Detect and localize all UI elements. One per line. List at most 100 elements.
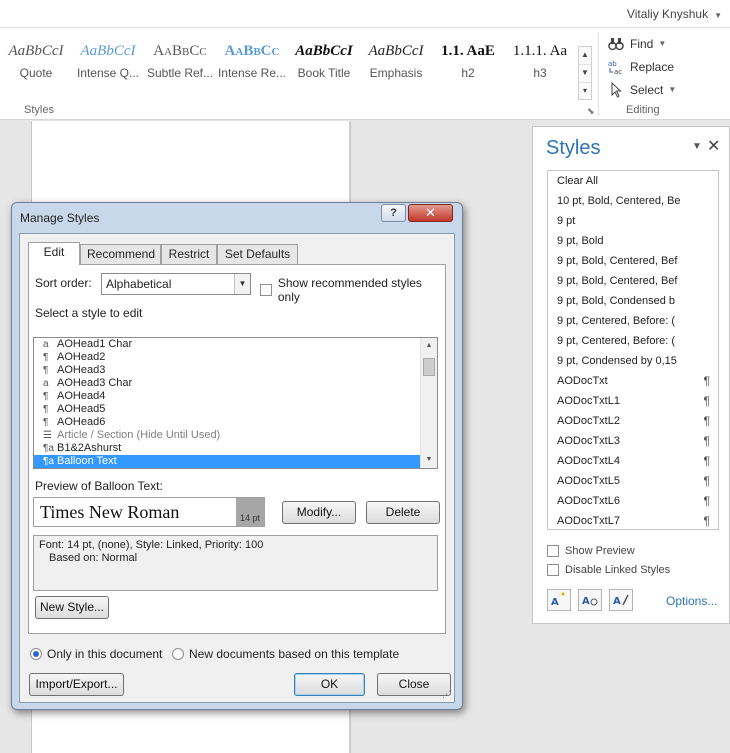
resize-grip-icon[interactable]: ⋰	[442, 689, 451, 700]
styles-list-item[interactable]: AODocTxtL3 ¶	[548, 431, 718, 451]
style-list-item[interactable]: ¶a B1&2Ashurst	[34, 442, 437, 455]
close-icon[interactable]: ✕	[707, 136, 720, 156]
style-name: 10 pt, Bold, Centered, Be	[557, 195, 681, 207]
style-list-item[interactable]: ¶ AOHead4	[34, 390, 437, 403]
style-list-item[interactable]: a AOHead1 Char	[34, 338, 437, 351]
style-gallery-item[interactable]: AaBbCc Intense Re...	[216, 36, 288, 96]
only-this-document-radio[interactable]: Only in this document	[30, 647, 162, 661]
style-gallery-item[interactable]: AaBbCc Subtle Ref...	[144, 36, 216, 96]
checkbox-box[interactable]	[547, 545, 559, 557]
style-inspector-icon[interactable]: A	[578, 589, 602, 611]
new-style-button[interactable]: New Style...	[35, 596, 109, 619]
chevron-down-icon: ▼	[668, 85, 677, 94]
style-label: Intense Q...	[76, 66, 140, 80]
styles-list-item[interactable]: 9 pt, Centered, Before: (	[548, 311, 718, 331]
styles-list-item[interactable]: 9 pt, Bold, Centered, Bef	[548, 271, 718, 291]
styles-list-item[interactable]: 9 pt, Bold, Condensed b	[548, 291, 718, 311]
svg-text:A: A	[551, 597, 559, 608]
style-preview-box: Times New Roman 14 pt	[33, 497, 265, 527]
dialog-close-button[interactable]: ✕	[408, 204, 453, 222]
style-gallery-item[interactable]: AaBbCcI Intense Q...	[72, 36, 144, 96]
options-link[interactable]: Options...	[666, 594, 717, 608]
style-list-item[interactable]: a AOHead3 Char	[34, 377, 437, 390]
styles-list-item[interactable]: AODocTxtL6 ¶	[548, 491, 718, 511]
gallery-down-icon[interactable]: ▼	[579, 65, 591, 83]
style-listbox[interactable]: a AOHead1 Char ¶ AOHead2 ¶ AOHead3 a AOHead3 Ch…	[33, 337, 438, 469]
new-documents-radio[interactable]: New documents based on this template	[172, 647, 399, 661]
style-name: AODocTxtL6	[557, 495, 620, 507]
close-button[interactable]: Close	[377, 673, 451, 696]
styles-list-item[interactable]: AODocTxtL1 ¶	[548, 391, 718, 411]
styles-list-item[interactable]: Clear All	[548, 171, 718, 191]
modify-button[interactable]: Modify...	[282, 501, 356, 524]
tab-restrict[interactable]: Restrict	[161, 244, 217, 264]
style-list-item[interactable]: ¶ AOHead6	[34, 416, 437, 429]
radio-selected[interactable]	[30, 648, 42, 660]
styles-list-item[interactable]: 9 pt, Bold	[548, 231, 718, 251]
disable-linked-styles-checkbox[interactable]: Disable Linked Styles	[547, 564, 670, 576]
styles-list-item[interactable]: 9 pt, Bold, Centered, Bef	[548, 251, 718, 271]
styles-list-item[interactable]: 9 pt	[548, 211, 718, 231]
tab-recommend[interactable]: Recommend	[80, 244, 161, 264]
gallery-up-icon[interactable]: ▲	[579, 47, 591, 65]
tab-edit[interactable]: Edit	[28, 242, 80, 265]
help-button[interactable]: ?	[381, 204, 406, 222]
style-name: AOHead5	[57, 403, 106, 415]
checkbox-box[interactable]	[260, 284, 272, 296]
style-gallery-item[interactable]: AaBbCcI Emphasis	[360, 36, 432, 96]
styles-pane-title: Styles	[546, 137, 601, 159]
style-gallery-item[interactable]: AaBbCcI Book Title	[288, 36, 360, 96]
list-scrollbar[interactable]: ▲ ▼	[420, 338, 437, 468]
pane-options-icon[interactable]: ▼	[692, 141, 702, 152]
styles-list[interactable]: Clear All 10 pt, Bold, Centered, Be 9 pt 9 …	[547, 170, 719, 530]
style-list-item[interactable]: ¶ AOHead5	[34, 403, 437, 416]
styles-list-item[interactable]: AODocTxtL5 ¶	[548, 471, 718, 491]
styles-list-item[interactable]: 9 pt, Centered, Before: (	[548, 331, 718, 351]
gallery-scroll[interactable]: ▲ ▼ ▾	[578, 46, 592, 100]
checkbox-box[interactable]	[547, 564, 559, 576]
manage-styles-icon[interactable]: A	[609, 589, 633, 611]
scroll-down-icon[interactable]: ▼	[421, 452, 437, 468]
scroll-up-icon[interactable]: ▲	[421, 338, 437, 354]
style-gallery-item[interactable]: 1.1. AaE h2	[432, 36, 504, 96]
show-recommended-checkbox[interactable]: Show recommended styles only	[260, 276, 445, 304]
new-style-icon[interactable]: A	[547, 589, 571, 611]
style-list-item[interactable]: ¶ AOHead3	[34, 364, 437, 377]
styles-group-label: Styles	[24, 104, 54, 116]
style-name: 9 pt, Condensed by 0,15	[557, 355, 677, 367]
delete-button[interactable]: Delete	[366, 501, 440, 524]
style-gallery-item[interactable]: AaBbCcI Quote	[0, 36, 72, 96]
radio-unselected[interactable]	[172, 648, 184, 660]
styles-list-item[interactable]: 9 pt, Condensed by 0,15	[548, 351, 718, 371]
styles-list-item[interactable]: AODocTxtL4 ¶	[548, 451, 718, 471]
styles-list-item[interactable]: 10 pt, Bold, Centered, Be	[548, 191, 718, 211]
show-preview-checkbox[interactable]: Show Preview	[547, 545, 635, 557]
replace-label: Replace	[630, 59, 675, 74]
ribbon: AaBbCcI Quote AaBbCcI Intense Q... AaBbCc Sub…	[0, 28, 730, 120]
style-name: AOHead4	[57, 390, 106, 402]
style-name: 9 pt, Bold, Centered, Bef	[557, 275, 678, 287]
import-export-button[interactable]: Import/Export...	[29, 673, 124, 696]
style-list-item[interactable]: ¶ AOHead2	[34, 351, 437, 364]
select-button[interactable]: Select ▼	[608, 78, 728, 101]
user-account-menu[interactable]: Vitaliy Knyshuk ▼	[627, 7, 722, 21]
style-gallery-item[interactable]: 1.1.1. Aa h3	[504, 36, 576, 96]
style-type-icon: ¶	[43, 365, 49, 376]
style-list-item[interactable]: ☰ Article / Section (Hide Until Used)	[34, 429, 437, 442]
style-type-icon: ¶	[43, 352, 49, 363]
dialog-launcher-icon[interactable]: ⬊	[587, 106, 595, 117]
styles-list-item[interactable]: AODocTxtL2 ¶	[548, 411, 718, 431]
scroll-thumb[interactable]	[423, 358, 435, 376]
ok-button[interactable]: OK	[294, 673, 365, 696]
style-name: AOHead2	[57, 351, 106, 363]
styles-list-item[interactable]: AODocTxtL7 ¶	[548, 511, 718, 529]
title-bar: Vitaliy Knyshuk ▼	[0, 0, 730, 28]
sort-order-select[interactable]: Alphabetical ▼	[101, 273, 251, 295]
tab-set-defaults[interactable]: Set Defaults	[217, 244, 298, 264]
gallery-more-icon[interactable]: ▾	[579, 83, 591, 101]
chevron-down-icon[interactable]: ▼	[234, 274, 250, 294]
style-list-item[interactable]: ¶a Balloon Text	[34, 455, 420, 468]
replace-button[interactable]: ab ac Replace	[608, 55, 728, 78]
styles-list-item[interactable]: AODocTxt ¶	[548, 371, 718, 391]
find-button[interactable]: Find ▼	[608, 32, 728, 55]
